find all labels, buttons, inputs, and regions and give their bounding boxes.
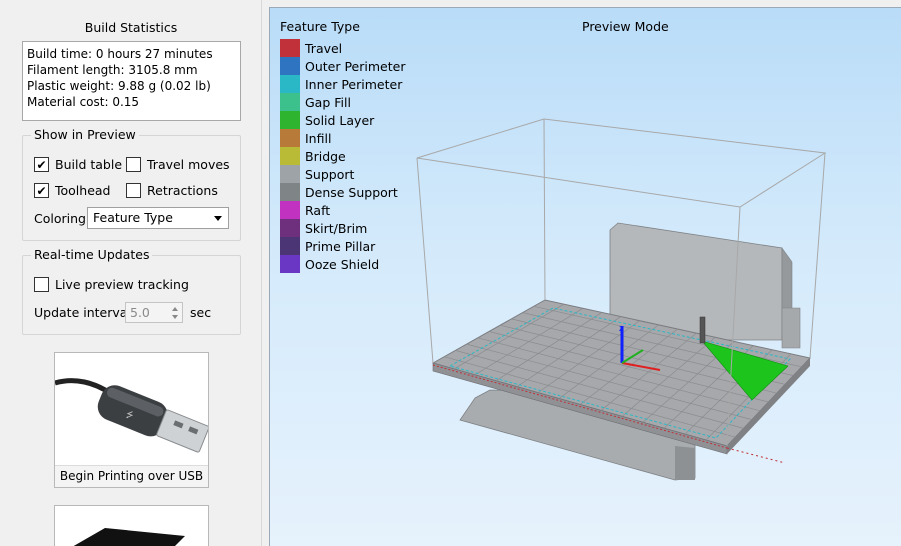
live-preview-tracking-checkbox[interactable]: Live preview tracking	[34, 277, 189, 292]
legend-label: Inner Perimeter	[305, 76, 403, 92]
legend-label: Solid Layer	[305, 112, 375, 128]
build-statistics-title: Build Statistics	[84, 20, 178, 35]
begin-printing-usb-button[interactable]: ⭍ Begin Printing over USB	[54, 352, 210, 488]
legend-swatch	[280, 75, 300, 93]
legend-swatch	[280, 237, 300, 255]
coloring-label: Coloring	[34, 211, 86, 226]
chevron-down-icon	[214, 216, 222, 221]
checkbox-check-icon: ✔	[34, 183, 49, 198]
realtime-updates-title: Real-time Updates	[31, 247, 153, 262]
svg-text:z: z	[619, 324, 624, 334]
sd-card-icon	[73, 528, 185, 546]
legend-label: Bridge	[305, 148, 346, 164]
legend-swatch	[280, 93, 300, 111]
legend-label: Infill	[305, 130, 332, 146]
show-in-preview-title: Show in Preview	[31, 127, 139, 142]
preview-mode-title: Preview Mode	[582, 19, 669, 34]
realtime-updates-group: Real-time Updates	[22, 247, 241, 335]
settings-panel: Build Statistics Build time: 0 hours 27 …	[0, 0, 262, 546]
legend-item: Solid Layer	[280, 111, 405, 129]
sd-card-button[interactable]	[54, 505, 209, 546]
legend-swatch	[280, 129, 300, 147]
legend-item: Inner Perimeter	[280, 75, 405, 93]
coloring-select[interactable]: Feature Type	[87, 207, 229, 229]
legend-swatch	[280, 147, 300, 165]
legend-swatch	[280, 255, 300, 273]
plastic-weight-text: Plastic weight: 9.88 g (0.02 lb)	[27, 79, 211, 93]
legend-label: Outer Perimeter	[305, 58, 406, 74]
legend-label: Travel	[305, 40, 343, 56]
legend-swatch	[280, 183, 300, 201]
update-interval-spinbox[interactable]: 5.0	[125, 302, 183, 323]
legend-item: Gap Fill	[280, 93, 405, 111]
spin-down-icon[interactable]	[168, 312, 181, 321]
legend-item: Travel	[280, 39, 405, 57]
preview-viewport[interactable]: z Feature Type Preview Mode Travel Outer …	[269, 7, 901, 546]
build-table-checkbox[interactable]: ✔ Build table	[34, 157, 122, 172]
usb-cable-icon: ⭍	[54, 378, 210, 453]
legend-item: Skirt/Brim	[280, 219, 405, 237]
retractions-checkbox[interactable]: Retractions	[126, 183, 218, 198]
legend-label: Ooze Shield	[305, 256, 380, 272]
update-interval-unit: sec	[190, 305, 212, 320]
legend-label: Skirt/Brim	[305, 220, 368, 236]
legend-label: Dense Support	[305, 184, 398, 200]
legend-swatch	[280, 165, 300, 183]
legend-item: Prime Pillar	[280, 237, 405, 255]
legend-swatch	[280, 201, 300, 219]
toolhead-icon	[699, 316, 706, 344]
toolhead-checkbox[interactable]: ✔ Toolhead	[34, 183, 111, 198]
legend-swatch	[280, 39, 300, 57]
feature-type-legend: Travel Outer Perimeter Inner Perimeter Gap …	[280, 39, 405, 273]
filament-length-text: Filament length: 3105.8 mm	[27, 63, 198, 77]
legend-label: Gap Fill	[305, 94, 351, 110]
build-statistics-box: Build time: 0 hours 27 minutes Filament …	[22, 41, 241, 121]
legend-item: Bridge	[280, 147, 405, 165]
legend-item: Dense Support	[280, 183, 405, 201]
legend-item: Raft	[280, 201, 405, 219]
legend-swatch	[280, 219, 300, 237]
build-time-text: Build time: 0 hours 27 minutes	[27, 47, 213, 61]
material-cost-text: Material cost: 0.15	[27, 95, 140, 109]
legend-swatch	[280, 111, 300, 129]
legend-item: Infill	[280, 129, 405, 147]
legend-label: Raft	[305, 202, 331, 218]
legend-item: Support	[280, 165, 405, 183]
update-interval-label: Update interval	[34, 305, 131, 320]
legend-swatch	[280, 57, 300, 75]
legend-item: Ooze Shield	[280, 255, 405, 273]
travel-moves-checkbox[interactable]: Travel moves	[126, 157, 230, 172]
feature-type-legend-title: Feature Type	[280, 19, 360, 34]
legend-label: Prime Pillar	[305, 238, 376, 254]
checkbox-check-icon: ✔	[34, 157, 49, 172]
legend-item: Outer Perimeter	[280, 57, 405, 75]
legend-label: Support	[305, 166, 355, 182]
usb-button-label: Begin Printing over USB	[55, 465, 208, 487]
